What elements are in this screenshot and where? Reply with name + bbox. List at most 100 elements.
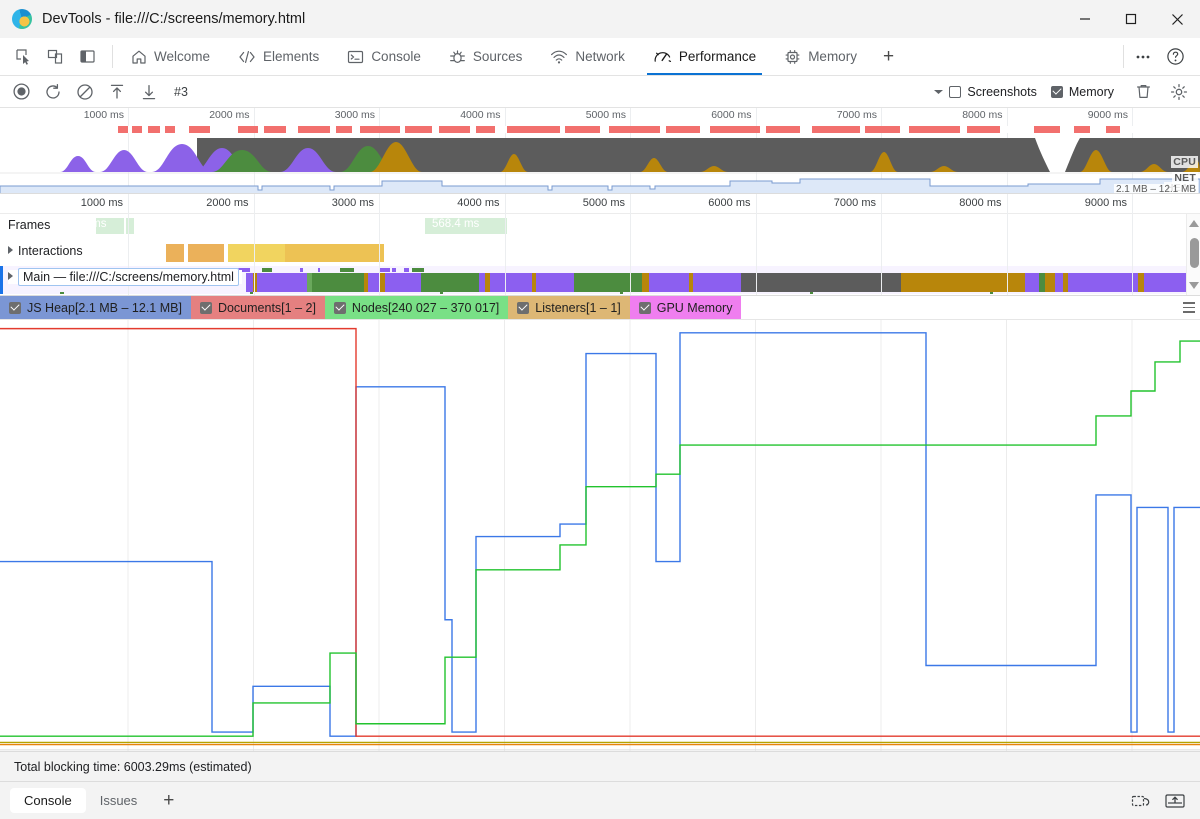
counter-chip-2[interactable]: Nodes[240 027 – 370 017] <box>324 296 509 319</box>
upload-arrow-icon[interactable] <box>102 79 132 105</box>
drawer-tab-console[interactable]: Console <box>10 788 86 813</box>
counter-checkbox[interactable] <box>638 301 651 314</box>
flame-gridline <box>253 194 255 295</box>
overview-tick-label: 2000 ms <box>209 109 250 121</box>
flame-gridline <box>755 194 757 295</box>
timeline-overview[interactable]: 1000 ms 2000 ms 3000 ms 4000 ms 5000 ms 6000 … <box>0 108 1200 194</box>
tab-label: Network <box>575 49 625 64</box>
overview-tick-label: 1000 ms <box>83 109 124 121</box>
tab-label: Memory <box>808 49 857 64</box>
drawer-add-tab-button[interactable]: + <box>151 790 186 812</box>
dock-to-bottom-icon[interactable] <box>1160 788 1190 814</box>
tab-console[interactable]: Console <box>333 38 435 75</box>
memory-counters-chart[interactable] <box>0 320 1200 751</box>
flame-gridline <box>504 194 506 295</box>
flame-tick-label: 9000 ms <box>1084 197 1127 209</box>
tab-label: Welcome <box>154 49 211 64</box>
edge-devtools-logo-icon <box>12 9 32 29</box>
tab-network[interactable]: Network <box>536 38 639 75</box>
status-bar: Total blocking time: 6003.29ms (estimate… <box>0 751 1200 781</box>
tab-label: Performance <box>678 49 757 64</box>
counter-checkbox[interactable] <box>199 301 212 314</box>
flame-tick-label: 6000 ms <box>708 197 751 209</box>
flame-tick-label: 8000 ms <box>959 197 1002 209</box>
performance-toolbar: #3 Screenshots Memory <box>0 76 1200 108</box>
gear-icon[interactable] <box>1164 79 1194 105</box>
scroll-down-arrow-icon[interactable] <box>1189 282 1199 289</box>
hamburger-icon[interactable] <box>1178 296 1200 319</box>
memory-counters-legend: JS Heap[2.1 MB – 12.1 MB] Documents[1 – 2… <box>0 296 1200 320</box>
download-arrow-icon[interactable] <box>134 79 164 105</box>
flame-gridline <box>881 194 882 295</box>
interactions-track-label[interactable]: Interactions <box>8 244 86 258</box>
overview-net-heap-strip <box>0 172 1200 193</box>
add-tab-button[interactable]: + <box>871 38 906 75</box>
flame-gridline <box>630 194 631 295</box>
dock-side-icon[interactable] <box>72 43 102 71</box>
window-title: DevTools - file:///C:/screens/memory.htm… <box>42 11 306 27</box>
flame-gridline <box>379 194 380 295</box>
overview-tick-label: 7000 ms <box>836 109 877 121</box>
clear-slash-icon[interactable] <box>70 79 100 105</box>
tab-label: Console <box>371 49 421 64</box>
scrollbar-thumb[interactable] <box>1189 238 1199 268</box>
counter-checkbox[interactable] <box>517 301 530 314</box>
panel-tool-icons <box>0 38 108 75</box>
inspect-element-icon[interactable] <box>8 43 38 71</box>
counter-chip-1[interactable]: Documents[1 – 2] <box>190 296 325 319</box>
counter-label: Listeners[1 – 1] <box>535 300 621 315</box>
help-button[interactable] <box>1160 43 1190 71</box>
series-line-2 <box>0 341 1200 736</box>
tab-performance[interactable]: Performance <box>639 38 770 75</box>
counter-chip-4[interactable]: GPU Memory <box>629 296 742 319</box>
tab-memory[interactable]: Memory <box>770 38 871 75</box>
chip-icon <box>784 49 801 65</box>
reload-arrow-icon[interactable] <box>38 79 68 105</box>
overview-cpu-strip <box>0 126 1200 172</box>
interactions-track[interactable]: Interactions <box>0 240 1186 266</box>
frames-track-label: Frames <box>8 218 54 232</box>
main-track[interactable]: Main — file:///C:/screens/memory.html <box>0 266 1186 294</box>
flame-tick-label: 4000 ms <box>457 197 500 209</box>
dock-undock-icon[interactable] <box>1126 788 1156 814</box>
main-track-selection-bar <box>0 266 3 294</box>
scroll-up-arrow-icon[interactable] <box>1189 220 1199 227</box>
screenshots-checkbox[interactable]: Screenshots <box>949 85 1037 99</box>
counter-chip-3[interactable]: Listeners[1 – 1] <box>508 296 630 319</box>
trash-icon[interactable] <box>1128 79 1158 105</box>
flame-gridline <box>1006 194 1008 295</box>
title-bar: DevTools - file:///C:/screens/memory.htm… <box>0 0 1200 38</box>
tabstrip-divider <box>1123 45 1124 68</box>
expand-triangle-icon <box>8 272 13 280</box>
checkbox-box <box>949 85 962 98</box>
counter-checkbox[interactable] <box>9 301 21 314</box>
record-circle-icon[interactable] <box>6 79 36 105</box>
main-track-label[interactable]: Main — file:///C:/screens/memory.html <box>8 268 242 286</box>
tab-welcome[interactable]: Welcome <box>117 38 224 75</box>
flame-tick-label: 1000 ms <box>80 197 123 209</box>
close-button[interactable] <box>1154 0 1200 38</box>
minimize-button[interactable] <box>1062 0 1108 38</box>
device-toolbar-icon[interactable] <box>40 43 70 71</box>
counter-checkbox[interactable] <box>333 301 346 314</box>
counter-chip-0[interactable]: JS Heap[2.1 MB – 12.1 MB] <box>0 296 191 319</box>
maximize-button[interactable] <box>1108 0 1154 38</box>
flame-vertical-scrollbar[interactable] <box>1186 214 1200 295</box>
tab-label: Sources <box>472 49 523 64</box>
tab-elements[interactable]: Elements <box>224 38 333 75</box>
tab-sources[interactable]: Sources <box>435 38 537 75</box>
flame-ruler: 1000 ms 2000 ms 3000 ms 4000 ms 5000 ms 6000 … <box>0 194 1200 214</box>
interactions-label-text: Interactions <box>18 244 83 258</box>
flame-chart-area[interactable]: 1000 ms 2000 ms 3000 ms 4000 ms 5000 ms 6000 … <box>0 194 1200 296</box>
drawer-tab-issues[interactable]: Issues <box>86 788 152 813</box>
flame-gridline <box>1132 194 1133 295</box>
tab-label: Elements <box>263 49 320 64</box>
overview-ruler: 1000 ms 2000 ms 3000 ms 4000 ms 5000 ms 6000 … <box>0 108 1200 192</box>
more-options-button[interactable] <box>1128 43 1158 71</box>
chevron-down-icon[interactable] <box>929 80 947 104</box>
frames-track[interactable]: Frames 5.4 ms 568.4 ms <box>0 214 1186 238</box>
memory-checkbox[interactable]: Memory <box>1050 85 1114 99</box>
flame-tick-label: 5000 ms <box>582 197 625 209</box>
recording-selector-label[interactable]: #3 <box>174 85 188 99</box>
counter-label: GPU Memory <box>656 300 733 315</box>
